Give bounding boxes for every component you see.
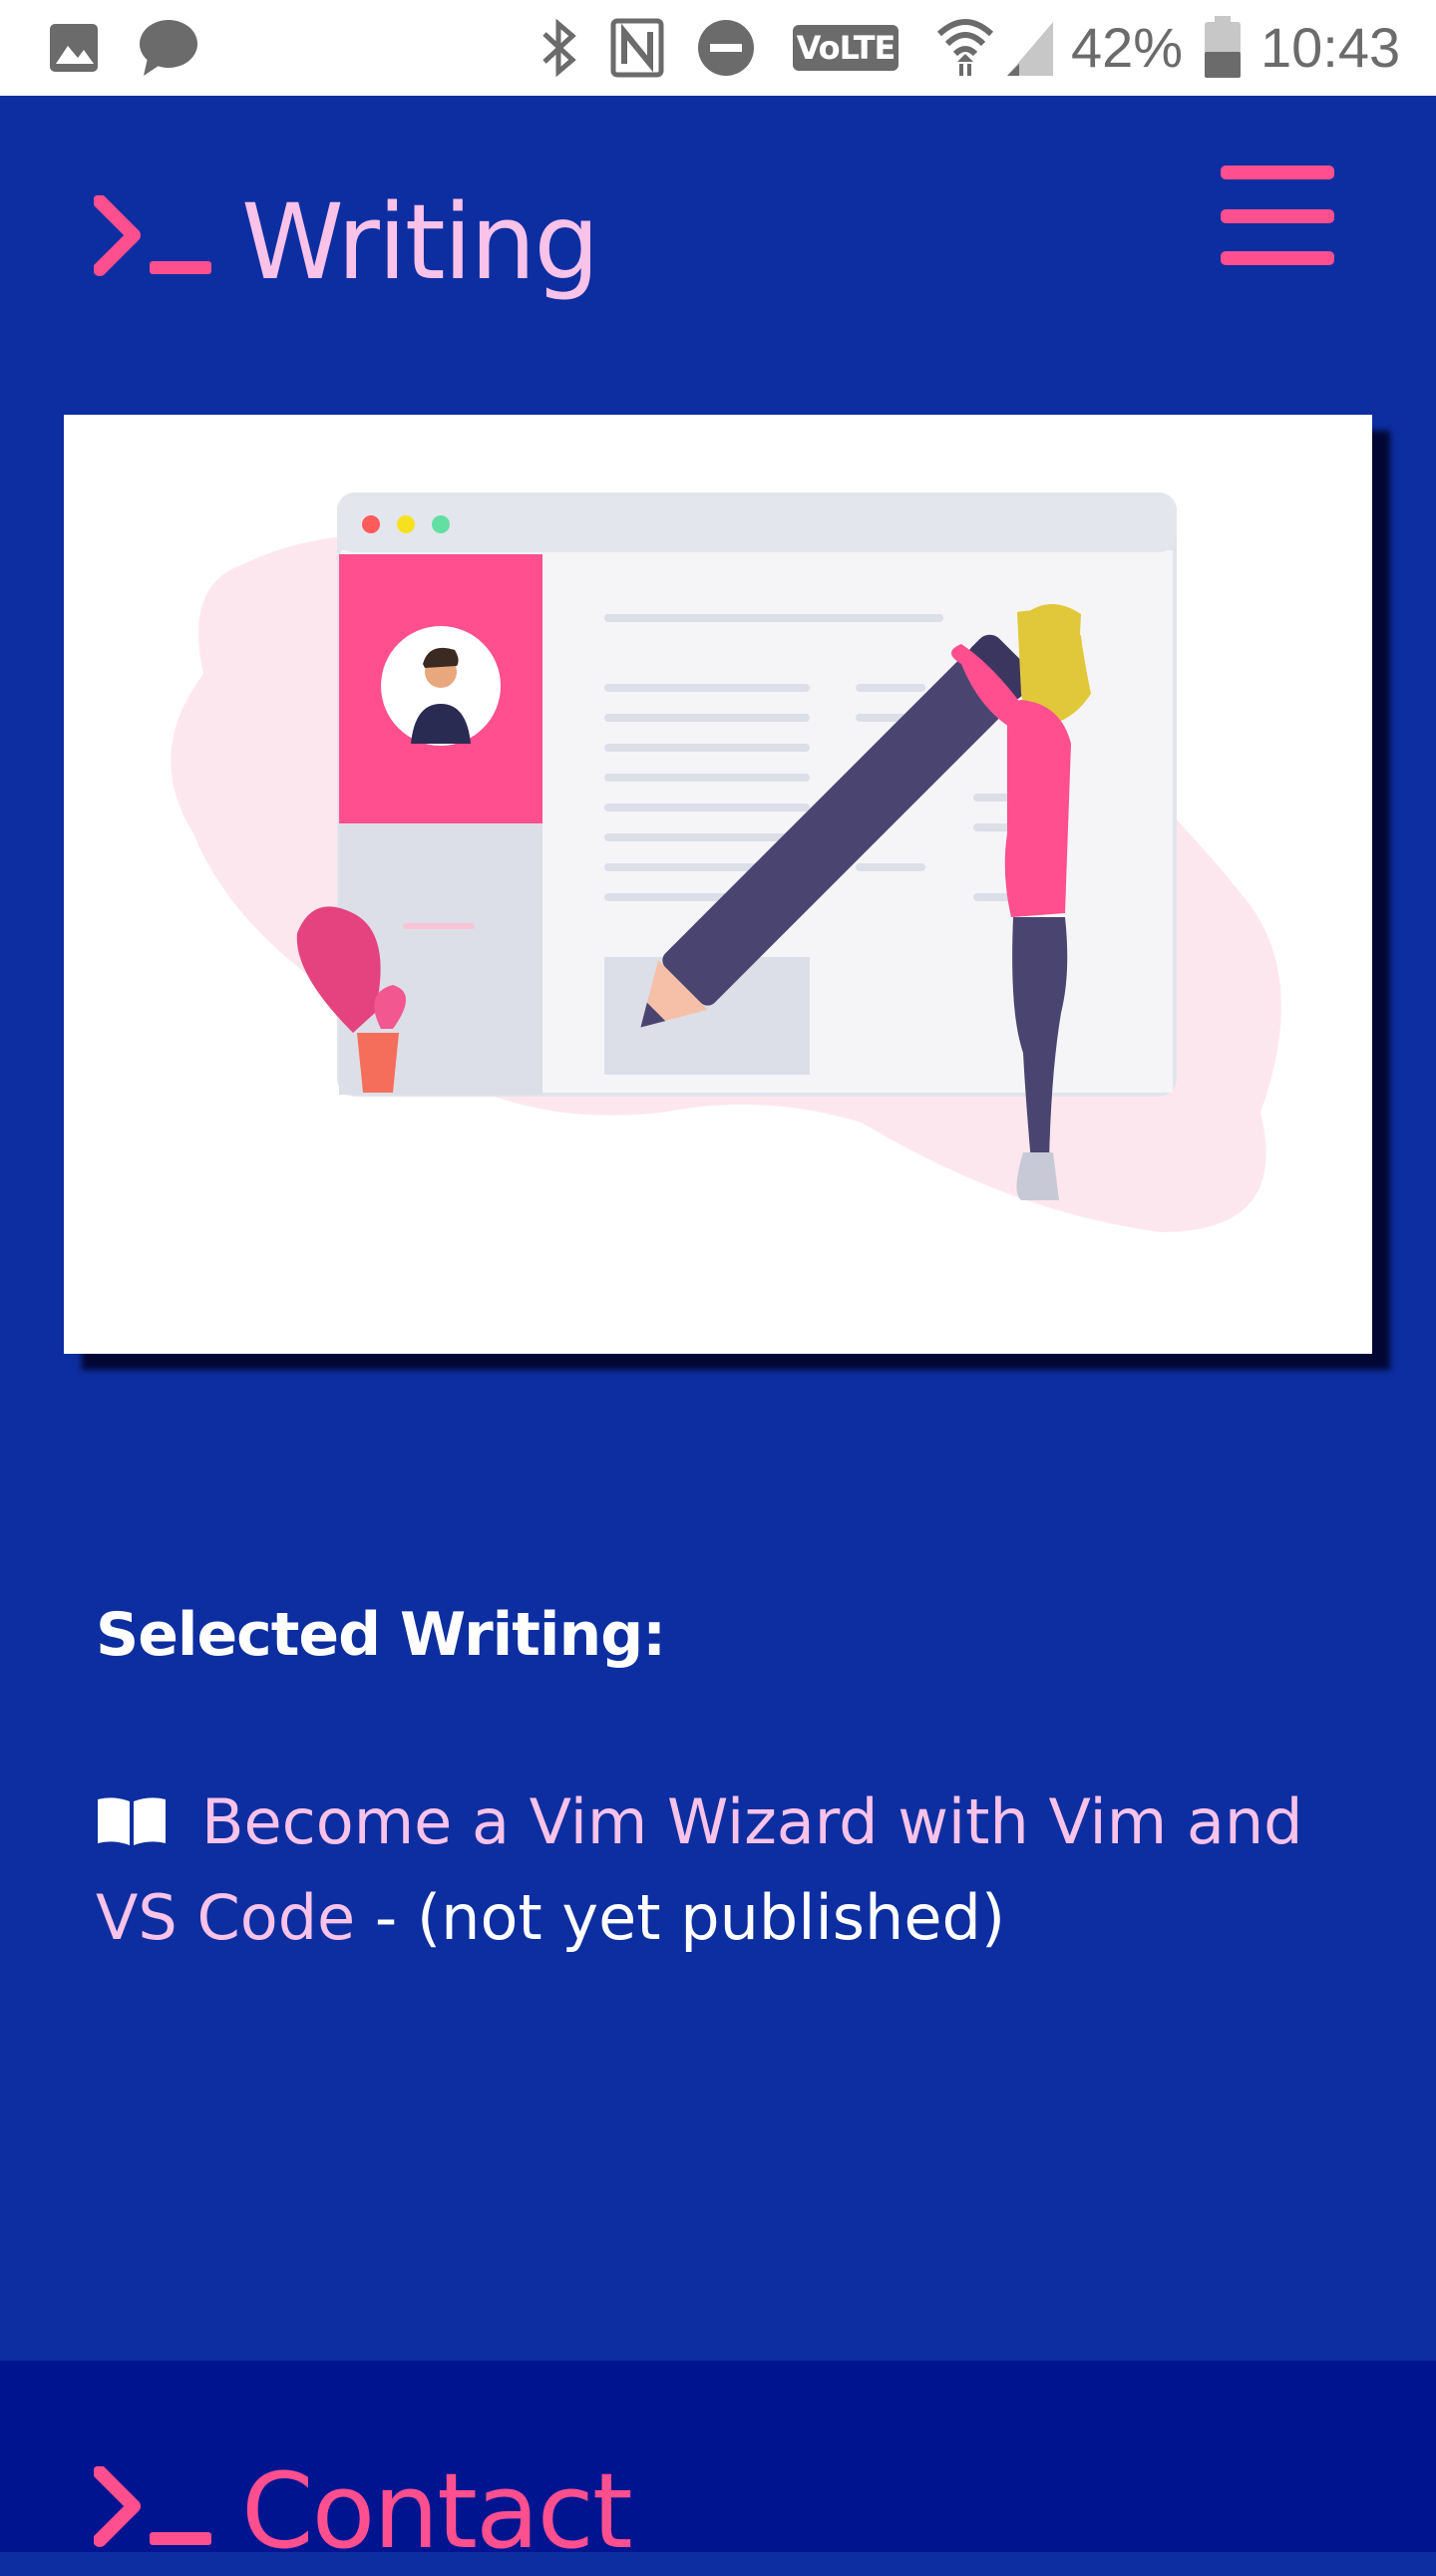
bluetooth-icon — [538, 18, 578, 78]
page-title: Writing — [241, 181, 599, 303]
hero-image — [64, 415, 1372, 1354]
cell-signal-icon — [1005, 18, 1055, 78]
status-bar: VoLTE 42% 10:43 — [0, 0, 1436, 96]
writing-illustration — [171, 492, 1281, 1232]
list-item: Become a Vim Wizard with Vim and VS Code… — [96, 1774, 1342, 1966]
header: Writing — [0, 96, 1436, 395]
chat-bubble-icon — [138, 18, 199, 78]
nfc-icon — [610, 18, 664, 78]
volte-icon: VoLTE — [793, 25, 898, 71]
contact-section: Contact — [0, 2361, 1436, 2572]
terminal-prompt-icon — [93, 194, 217, 281]
battery-percent: 42% — [1071, 16, 1184, 79]
hamburger-menu-icon[interactable] — [1221, 165, 1334, 265]
contact-title: Contact — [241, 2450, 633, 2572]
clock: 10:43 — [1260, 16, 1401, 79]
terminal-prompt-icon — [93, 2465, 217, 2552]
battery-icon — [1203, 16, 1243, 78]
image-icon — [48, 22, 100, 82]
do-not-disturb-icon — [696, 18, 756, 78]
book-icon — [96, 1778, 168, 1845]
publication-note: - (not yet published) — [355, 1881, 1006, 1954]
wifi-icon — [935, 14, 995, 76]
section-heading: Selected Writing: — [96, 1600, 666, 1670]
